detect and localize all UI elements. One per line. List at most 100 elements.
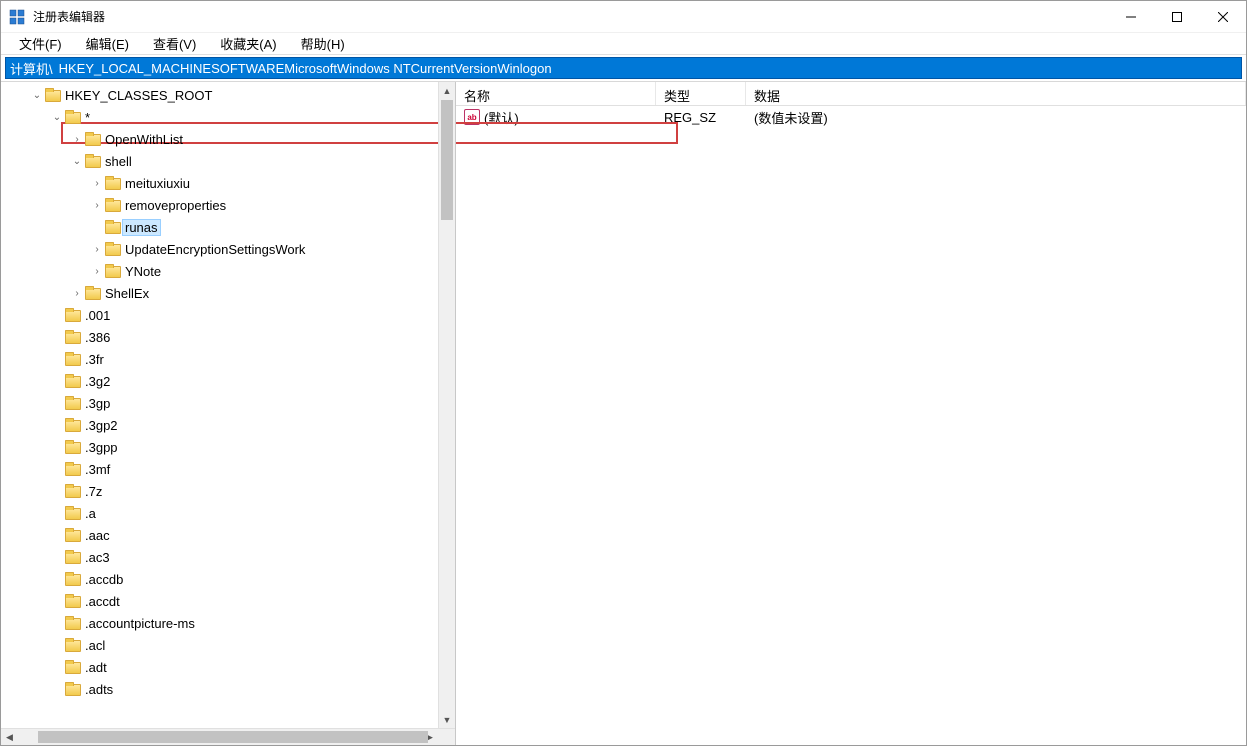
tree-node-ext[interactable]: .adts xyxy=(1,678,455,700)
expand-icon[interactable]: › xyxy=(69,134,85,145)
menubar: 文件(F) 编辑(E) 查看(V) 收藏夹(A) 帮助(H) xyxy=(1,33,1246,55)
value-type: REG_SZ xyxy=(656,110,746,125)
folder-icon xyxy=(85,154,101,168)
col-header-data[interactable]: 数据 xyxy=(746,82,1246,105)
tree-node-shellex[interactable]: › ShellEx xyxy=(1,282,455,304)
tree-node-updateenc[interactable]: › UpdateEncryptionSettingsWork xyxy=(1,238,455,260)
expand-icon[interactable]: › xyxy=(89,266,105,277)
tree-node-ext[interactable]: .ac3 xyxy=(1,546,455,568)
menu-edit[interactable]: 编辑(E) xyxy=(76,32,139,55)
tree-node-shell[interactable]: ⌄ shell xyxy=(1,150,455,172)
menu-fav[interactable]: 收藏夹(A) xyxy=(210,32,286,55)
folder-icon xyxy=(65,506,81,520)
menu-view[interactable]: 查看(V) xyxy=(143,32,206,55)
values-panel: 名称 类型 数据 ab (默认) REG_SZ (数值未设置) xyxy=(456,82,1246,745)
tree-node-ext[interactable]: .7z xyxy=(1,480,455,502)
folder-icon xyxy=(65,594,81,608)
registry-tree[interactable]: ⌄ HKEY_CLASSES_ROOT ⌄ * › OpenWithList ⌄ xyxy=(1,82,455,702)
value-name: (默认) xyxy=(484,108,519,127)
tree-node-ext[interactable]: .accountpicture-ms xyxy=(1,612,455,634)
tree-node-ext[interactable]: .accdb xyxy=(1,568,455,590)
folder-icon xyxy=(105,220,121,234)
folder-icon xyxy=(65,550,81,564)
window-controls xyxy=(1108,1,1246,32)
regedit-app-icon xyxy=(9,9,25,25)
scroll-corner xyxy=(438,729,455,745)
list-header: 名称 类型 数据 xyxy=(456,82,1246,106)
tree-node-ext[interactable]: .a xyxy=(1,502,455,524)
menu-help[interactable]: 帮助(H) xyxy=(291,32,355,55)
tree-node-ext[interactable]: .3fr xyxy=(1,348,455,370)
tree-node-ext[interactable]: .accdt xyxy=(1,590,455,612)
folder-icon xyxy=(65,682,81,696)
tree-node-ext[interactable]: .aac xyxy=(1,524,455,546)
tree-node-ext[interactable]: .3gp2 xyxy=(1,414,455,436)
folder-icon xyxy=(65,110,81,124)
collapse-icon[interactable]: ⌄ xyxy=(49,112,65,123)
tree-node-meituxiuxiu[interactable]: › meituxiuxiu xyxy=(1,172,455,194)
folder-icon xyxy=(65,418,81,432)
scroll-thumb[interactable] xyxy=(441,100,453,220)
tree-node-ext[interactable]: .386 xyxy=(1,326,455,348)
window-title: 注册表编辑器 xyxy=(33,8,1108,25)
address-root-label: 计算机\ xyxy=(6,58,57,78)
maximize-button[interactable] xyxy=(1154,1,1200,32)
expand-icon[interactable]: › xyxy=(89,200,105,211)
tree-node-removeproperties[interactable]: › removeproperties xyxy=(1,194,455,216)
folder-icon xyxy=(65,462,81,476)
folder-icon xyxy=(65,440,81,454)
folder-icon xyxy=(105,242,121,256)
folder-icon xyxy=(65,484,81,498)
scroll-up-arrow[interactable]: ▲ xyxy=(439,82,455,99)
address-bar[interactable]: 计算机\ HKEY_LOCAL_MACHINESOFTWAREMicrosoft… xyxy=(5,57,1242,79)
tree-horizontal-scrollbar[interactable]: ◀ ▶ xyxy=(1,728,455,745)
tree-node-star[interactable]: ⌄ * xyxy=(1,106,455,128)
tree-node-runas[interactable]: runas xyxy=(1,216,455,238)
menu-file[interactable]: 文件(F) xyxy=(9,32,72,55)
scroll-thumb[interactable] xyxy=(38,731,428,743)
folder-icon xyxy=(65,616,81,630)
folder-icon xyxy=(105,198,121,212)
folder-icon xyxy=(45,88,61,102)
tree-node-hkcr[interactable]: ⌄ HKEY_CLASSES_ROOT xyxy=(1,84,455,106)
folder-icon xyxy=(65,396,81,410)
tree-node-ext[interactable]: .3g2 xyxy=(1,370,455,392)
folder-icon xyxy=(65,308,81,322)
folder-icon xyxy=(105,264,121,278)
minimize-button[interactable] xyxy=(1108,1,1154,32)
col-header-type[interactable]: 类型 xyxy=(656,82,746,105)
tree-node-ext[interactable]: .acl xyxy=(1,634,455,656)
expand-icon[interactable]: › xyxy=(89,244,105,255)
tree-node-ext[interactable]: .3gp xyxy=(1,392,455,414)
tree-node-ext[interactable]: .adt xyxy=(1,656,455,678)
folder-icon xyxy=(65,660,81,674)
string-value-icon: ab xyxy=(464,109,480,125)
tree-node-ext[interactable]: .3gpp xyxy=(1,436,455,458)
folder-icon xyxy=(65,638,81,652)
folder-icon xyxy=(65,352,81,366)
value-row[interactable]: ab (默认) REG_SZ (数值未设置) xyxy=(456,106,1246,128)
tree-vertical-scrollbar[interactable]: ▲ ▼ xyxy=(438,82,455,728)
value-data: (数值未设置) xyxy=(746,108,1246,127)
folder-icon xyxy=(65,374,81,388)
collapse-icon[interactable]: ⌄ xyxy=(69,156,85,167)
scroll-down-arrow[interactable]: ▼ xyxy=(439,711,455,728)
tree-node-openwithlist[interactable]: › OpenWithList xyxy=(1,128,455,150)
folder-icon xyxy=(85,132,101,146)
collapse-icon[interactable]: ⌄ xyxy=(29,90,45,101)
address-path[interactable]: HKEY_LOCAL_MACHINESOFTWAREMicrosoftWindo… xyxy=(57,58,1241,78)
tree-node-ynote[interactable]: › YNote xyxy=(1,260,455,282)
tree-node-ext[interactable]: .3mf xyxy=(1,458,455,480)
folder-icon xyxy=(65,572,81,586)
col-header-name[interactable]: 名称 xyxy=(456,82,656,105)
folder-icon xyxy=(65,528,81,542)
expand-icon[interactable]: › xyxy=(69,288,85,299)
folder-icon xyxy=(85,286,101,300)
folder-icon xyxy=(65,330,81,344)
close-button[interactable] xyxy=(1200,1,1246,32)
expand-icon[interactable]: › xyxy=(89,178,105,189)
tree-node-ext[interactable]: .001 xyxy=(1,304,455,326)
scroll-left-arrow[interactable]: ◀ xyxy=(1,729,18,745)
titlebar: 注册表编辑器 xyxy=(1,1,1246,33)
main-split: ⌄ HKEY_CLASSES_ROOT ⌄ * › OpenWithList ⌄ xyxy=(1,81,1246,745)
